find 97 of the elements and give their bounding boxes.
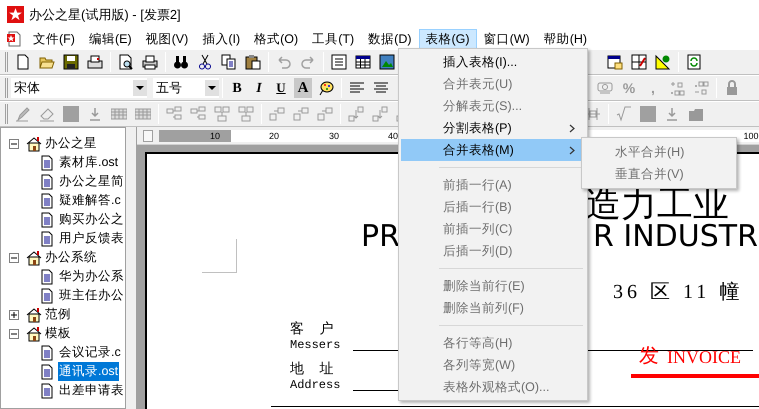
fill-color-icon[interactable] [63, 106, 79, 122]
grid-edit-icon[interactable] [631, 54, 647, 70]
menu-item[interactable]: 帮助(H) [536, 29, 594, 49]
tree-file-item[interactable]: 素材库.ost [58, 153, 120, 172]
tree-file-item[interactable]: 用户反馈表 [58, 229, 125, 248]
field-label: Address [290, 378, 340, 392]
insert-cells-icon[interactable] [293, 106, 309, 122]
field-label: 地 址 [290, 362, 340, 378]
insert-cells-icon[interactable] [269, 106, 285, 122]
tree-folder-label[interactable]: 模板 [45, 324, 71, 343]
insert-cells-icon[interactable] [317, 106, 333, 122]
refresh-icon[interactable] [686, 54, 702, 70]
menu-item[interactable]: 编辑(E) [82, 29, 139, 49]
cut-icon[interactable] [197, 54, 213, 70]
tree-folder-label[interactable]: 办公之星 [45, 134, 97, 153]
document-icon[interactable] [39, 154, 55, 170]
triangle-shape-icon[interactable] [655, 54, 671, 70]
save-icon[interactable] [63, 54, 79, 70]
fill-color-icon[interactable] [640, 106, 656, 122]
document-icon[interactable] [39, 382, 55, 398]
table-frame-icon[interactable] [607, 54, 623, 70]
document-icon[interactable] [39, 344, 55, 360]
tree-file-item[interactable]: 通讯录.ost [58, 362, 120, 381]
collapse-icon[interactable] [9, 328, 19, 338]
house-icon[interactable] [26, 306, 42, 322]
menu-item[interactable]: 格式(O) [247, 29, 306, 49]
tree-file-item[interactable]: 会议记录.c [58, 343, 122, 362]
menu-option[interactable]: 分割表格(P) [401, 117, 585, 139]
palette-icon[interactable] [318, 80, 334, 96]
house-icon[interactable] [26, 136, 42, 152]
underline-button[interactable]: U [272, 78, 290, 98]
menu-item[interactable]: 视图(V) [138, 29, 196, 49]
dropdown-caret-icon[interactable] [208, 86, 216, 90]
dropdown-caret-icon[interactable] [136, 86, 144, 90]
font-dropdown[interactable]: 宋体 [11, 78, 147, 98]
split-cells-icon[interactable] [166, 106, 182, 122]
stack-cells-icon[interactable] [238, 106, 254, 122]
split-cells-icon[interactable] [190, 106, 206, 122]
tree-folder-label[interactable]: 范例 [45, 305, 71, 324]
tree-file-item[interactable]: 购买办公之 [58, 210, 125, 229]
collapse-icon[interactable] [9, 252, 19, 262]
house-icon[interactable] [26, 250, 42, 266]
document-icon[interactable] [39, 268, 55, 284]
tree-file-item[interactable]: 班主任办公 [58, 286, 125, 305]
ruler-number: 30 [328, 130, 340, 143]
company-address: 36 区 11 幢 [613, 280, 744, 304]
column-spacing-icon[interactable] [585, 106, 601, 122]
house-icon[interactable] [26, 326, 42, 342]
window-title: 办公之星(试用版) - [发票2] [29, 6, 181, 24]
ruler-number: 100 [742, 130, 759, 143]
menu-item[interactable]: 表格(G) [418, 29, 477, 49]
document-menu-icon[interactable] [6, 31, 22, 47]
company-name-english: R INDUSTR [593, 220, 758, 254]
binoculars-icon[interactable] [173, 54, 189, 70]
font-size-dropdown[interactable]: 五号 [153, 78, 219, 98]
ruler-number: 20 [268, 130, 280, 143]
text-shading-button[interactable]: A [294, 78, 312, 98]
menu-item[interactable]: 插入(I) [195, 29, 248, 49]
menu-item[interactable]: 数据(D) [361, 29, 419, 49]
company-name-english: PR [361, 220, 400, 254]
menu-option[interactable]: 插入表格(I)... [401, 51, 585, 73]
invoice-heading: INVOICE [667, 346, 741, 368]
menu-item[interactable]: 文件(F) [26, 29, 82, 49]
star-logo-icon [7, 6, 24, 23]
new-document-icon[interactable] [15, 54, 31, 70]
stack-cells-icon[interactable] [214, 106, 230, 122]
document-icon[interactable] [39, 364, 55, 380]
copy-icon[interactable] [221, 54, 237, 70]
field-label: 客 户 [290, 322, 340, 338]
paste-icon[interactable] [245, 54, 261, 70]
ruler-number: 40 [386, 130, 399, 143]
tree-file-item[interactable]: 出差申请表 [58, 381, 125, 400]
text-frame-icon[interactable] [331, 54, 347, 70]
ruler-number: 10 [208, 130, 221, 143]
italic-button[interactable]: I [250, 78, 268, 98]
field-label: Messers [290, 338, 340, 352]
margin-corner-mark [202, 239, 237, 273]
collapse-icon[interactable] [9, 138, 19, 148]
document-icon[interactable] [39, 230, 55, 246]
expand-icon[interactable] [9, 310, 19, 320]
document-icon[interactable] [39, 192, 55, 208]
table-icon[interactable] [355, 54, 371, 70]
document-icon[interactable] [39, 174, 55, 190]
tree-file-item[interactable]: 办公之星简 [58, 172, 125, 191]
fax-icon[interactable] [87, 54, 103, 70]
invoice-heading: 发 [639, 344, 659, 368]
printer-icon[interactable] [142, 54, 158, 70]
document-icon[interactable] [39, 212, 55, 228]
tree-file-item[interactable]: 华为办公系 [58, 267, 125, 286]
document-icon[interactable] [39, 288, 55, 304]
menu-item[interactable]: 窗口(W) [476, 29, 537, 49]
print-preview-icon[interactable] [118, 54, 134, 70]
tree-file-item[interactable]: 疑难解答.c [58, 191, 122, 210]
picture-icon[interactable] [379, 54, 395, 70]
tree-folder-label[interactable]: 办公系统 [45, 248, 97, 267]
bold-button[interactable]: B [228, 78, 246, 98]
menu-item[interactable]: 工具(T) [305, 29, 362, 49]
